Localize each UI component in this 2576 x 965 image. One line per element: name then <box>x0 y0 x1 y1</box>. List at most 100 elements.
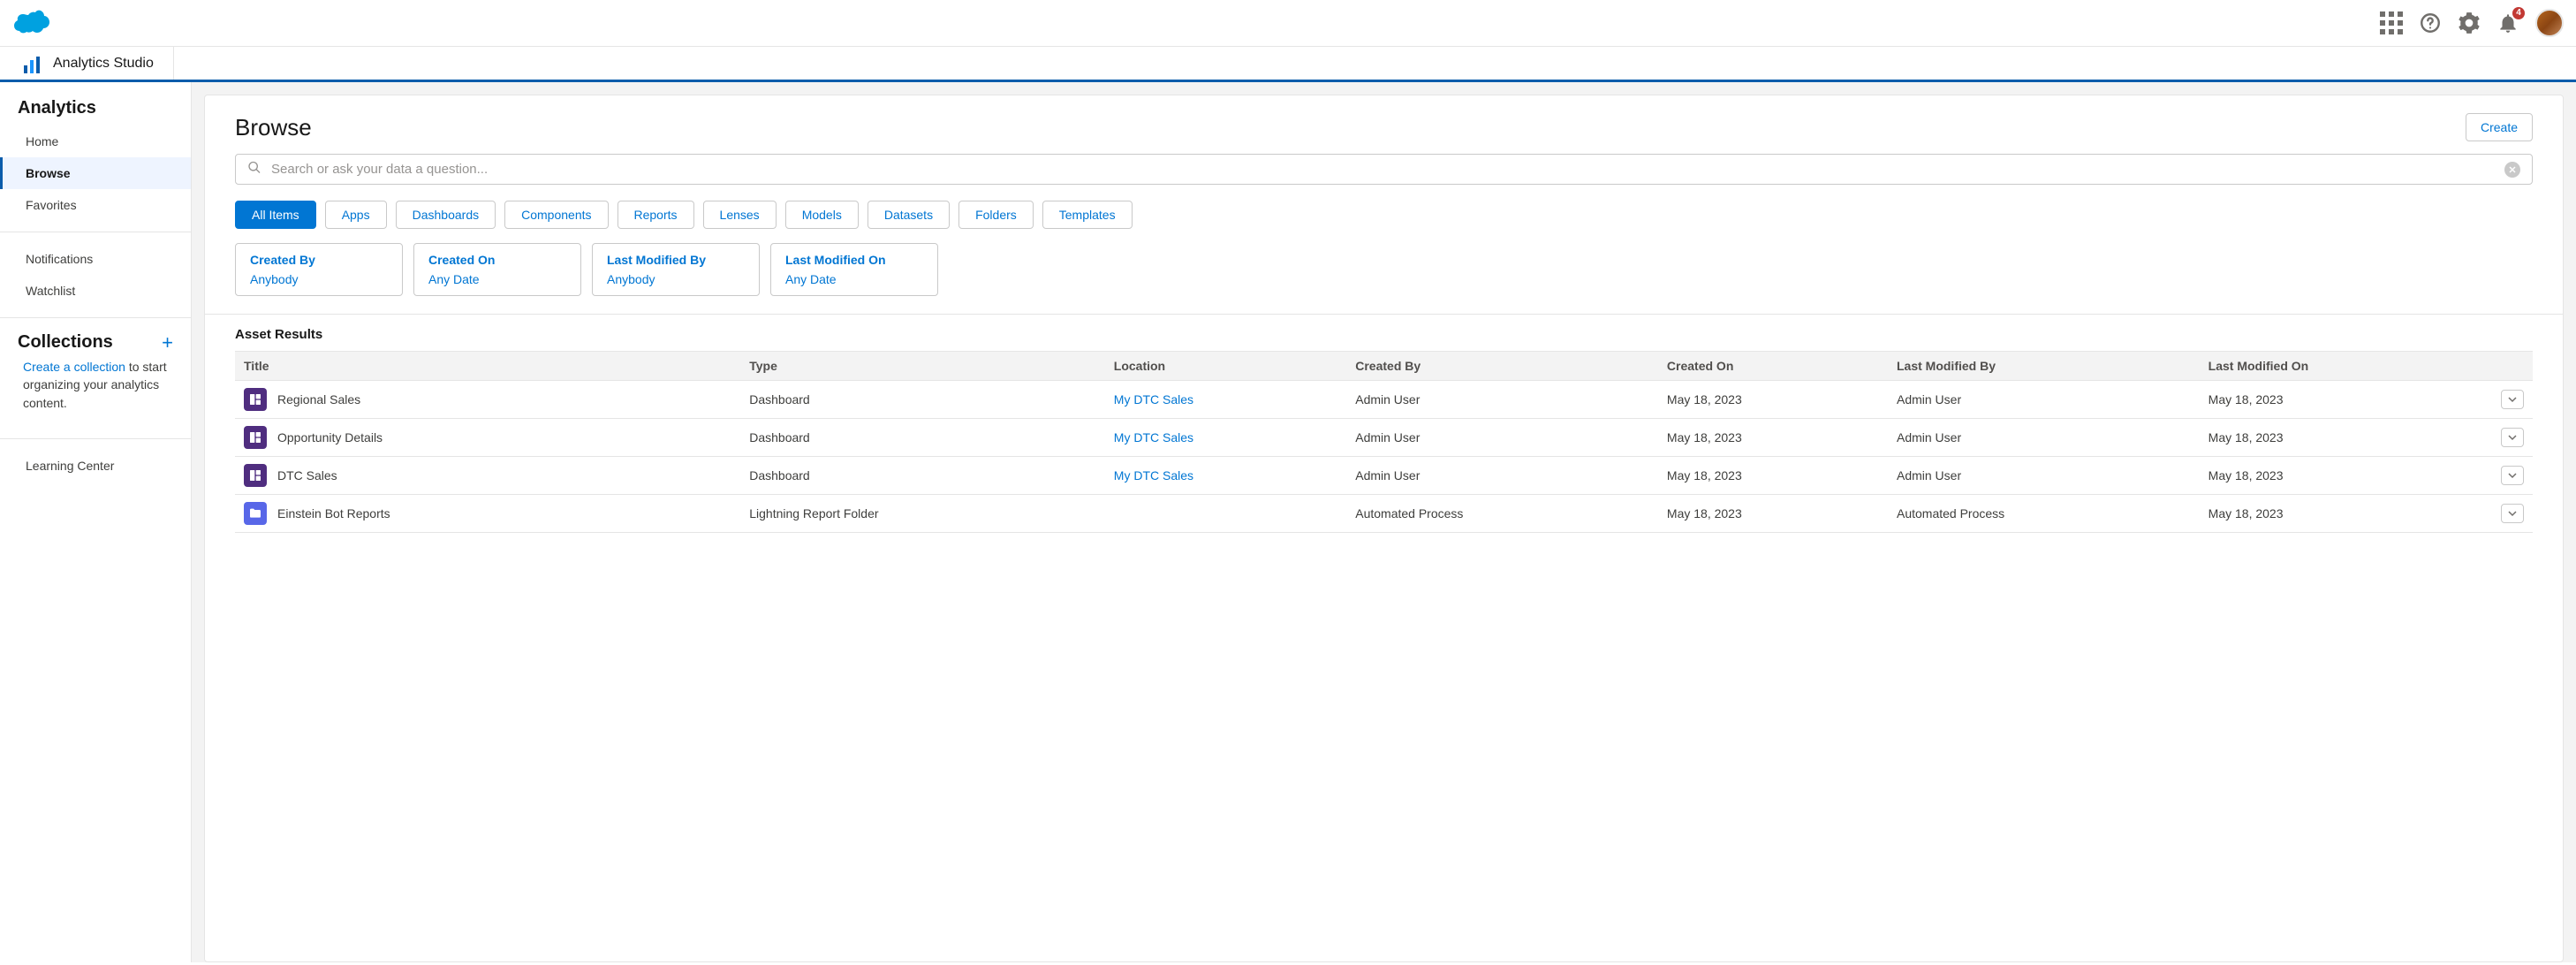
search-input[interactable] <box>235 154 2533 185</box>
column-header-title[interactable]: Title <box>235 352 740 381</box>
cell-modified-on: May 18, 2023 <box>2200 419 2492 457</box>
cell-modified-by: Admin User <box>1888 381 2200 419</box>
sidebar-item-home[interactable]: Home <box>0 125 191 157</box>
filter-pill-dashboards[interactable]: Dashboards <box>396 201 496 229</box>
sidebar-section-analytics-title: Analytics <box>0 82 191 125</box>
column-header-created-by[interactable]: Created By <box>1346 352 1658 381</box>
location-link[interactable]: My DTC Sales <box>1114 430 1193 445</box>
search-icon <box>247 160 261 179</box>
column-header-created-on[interactable]: Created On <box>1658 352 1888 381</box>
dashboard-icon <box>244 464 267 487</box>
column-header-location[interactable]: Location <box>1105 352 1346 381</box>
cell-created-by: Admin User <box>1346 457 1658 495</box>
facet-label: Created By <box>250 253 383 267</box>
cell-actions <box>2492 457 2533 495</box>
sidebar: Analytics HomeBrowseFavorites Notificati… <box>0 82 192 962</box>
filter-pill-components[interactable]: Components <box>504 201 608 229</box>
cell-created-by: Admin User <box>1346 419 1658 457</box>
results-section-title: Asset Results <box>235 327 2533 342</box>
facet-label: Last Modified By <box>607 253 739 267</box>
clear-search-icon[interactable] <box>2504 162 2520 178</box>
row-actions-menu[interactable] <box>2501 504 2524 523</box>
cell-modified-on: May 18, 2023 <box>2200 381 2492 419</box>
facet-value: Any Date <box>428 272 561 286</box>
app-context-name[interactable]: Analytics Studio <box>0 47 174 80</box>
asset-title[interactable]: Opportunity Details <box>277 430 383 445</box>
facet-last-modified-by[interactable]: Last Modified ByAnybody <box>592 243 760 296</box>
facet-created-on[interactable]: Created On Any Date <box>413 243 581 296</box>
cell-created-on: May 18, 2023 <box>1658 381 1888 419</box>
filter-pill-datasets[interactable]: Datasets <box>868 201 950 229</box>
app-launcher-icon[interactable] <box>2380 11 2403 34</box>
cell-created-on: May 18, 2023 <box>1658 495 1888 533</box>
location-link[interactable]: My DTC Sales <box>1114 392 1193 407</box>
cell-created-by: Admin User <box>1346 381 1658 419</box>
asset-title[interactable]: Einstein Bot Reports <box>277 506 390 520</box>
sidebar-item-favorites[interactable]: Favorites <box>0 189 191 221</box>
cell-location: My DTC Sales <box>1105 457 1346 495</box>
add-collection-icon[interactable]: + <box>162 333 173 353</box>
filter-pill-models[interactable]: Models <box>785 201 859 229</box>
global-header-actions: 4 <box>2380 9 2564 37</box>
asset-title[interactable]: DTC Sales <box>277 468 337 482</box>
create-button[interactable]: Create <box>2466 113 2533 141</box>
cell-created-on: May 18, 2023 <box>1658 419 1888 457</box>
folder-icon <box>244 502 267 525</box>
setup-gear-icon[interactable] <box>2458 11 2481 34</box>
table-row: DTC Sales Dashboard My DTC Sales Admin User… <box>235 457 2533 495</box>
cell-type: Dashboard <box>740 381 1105 419</box>
sidebar-item-watchlist[interactable]: Watchlist <box>0 275 191 307</box>
cell-modified-on: May 18, 2023 <box>2200 457 2492 495</box>
cell-type: Lightning Report Folder <box>740 495 1105 533</box>
page-title: Browse <box>235 114 312 141</box>
filter-pill-lenses[interactable]: Lenses <box>703 201 777 229</box>
dashboard-icon <box>244 388 267 411</box>
global-header: 4 <box>0 0 2576 47</box>
filter-pill-templates[interactable]: Templates <box>1042 201 1133 229</box>
table-row: Opportunity Details Dashboard My DTC Sales… <box>235 419 2533 457</box>
analytics-studio-icon <box>19 51 44 76</box>
cell-type: Dashboard <box>740 419 1105 457</box>
filter-pill-folders[interactable]: Folders <box>958 201 1034 229</box>
column-header-actions <box>2492 352 2533 381</box>
sidebar-section-collections-title: Collections <box>18 332 113 353</box>
notifications-bell-icon[interactable]: 4 <box>2496 11 2519 34</box>
cell-location: My DTC Sales <box>1105 381 1346 419</box>
sidebar-item-notifications[interactable]: Notifications <box>0 243 191 275</box>
facet-value: Any Date <box>785 272 918 286</box>
cell-location: My DTC Sales <box>1105 419 1346 457</box>
cell-created-by: Automated Process <box>1346 495 1658 533</box>
facet-created-by[interactable]: Created By Anybody <box>235 243 403 296</box>
cell-modified-by: Automated Process <box>1888 495 2200 533</box>
app-context-bar: Analytics Studio <box>0 47 2576 82</box>
sidebar-item-learning-center[interactable]: Learning Center <box>0 450 191 482</box>
cell-actions <box>2492 495 2533 533</box>
asset-results-table: TitleTypeLocationCreated ByCreated OnLas… <box>235 351 2533 533</box>
facet-last-modified-on[interactable]: Last Modified OnAny Date <box>770 243 938 296</box>
user-avatar[interactable] <box>2535 9 2564 37</box>
main-content: Browse Create All Items Apps Dashboards Com… <box>192 82 2576 962</box>
facet-label: Created On <box>428 253 561 267</box>
salesforce-logo[interactable] <box>12 10 51 36</box>
create-collection-link[interactable]: Create a collection <box>23 360 125 374</box>
row-actions-menu[interactable] <box>2501 466 2524 485</box>
facet-value: Anybody <box>250 272 383 286</box>
sidebar-item-browse[interactable]: Browse <box>0 157 191 189</box>
cell-modified-on: May 18, 2023 <box>2200 495 2492 533</box>
row-actions-menu[interactable] <box>2501 428 2524 447</box>
asset-title[interactable]: Regional Sales <box>277 392 360 407</box>
cell-type: Dashboard <box>740 457 1105 495</box>
table-row: Einstein Bot Reports Lightning Report Fol… <box>235 495 2533 533</box>
location-link[interactable]: My DTC Sales <box>1114 468 1193 482</box>
column-header-last-modified-on[interactable]: Last Modified On <box>2200 352 2492 381</box>
cell-created-on: May 18, 2023 <box>1658 457 1888 495</box>
column-header-type[interactable]: Type <box>740 352 1105 381</box>
column-header-last-modified-by[interactable]: Last Modified By <box>1888 352 2200 381</box>
dashboard-icon <box>244 426 267 449</box>
filter-pill-reports[interactable]: Reports <box>617 201 694 229</box>
row-actions-menu[interactable] <box>2501 390 2524 409</box>
cell-actions <box>2492 381 2533 419</box>
filter-pill-apps[interactable]: Apps <box>325 201 387 229</box>
help-icon[interactable] <box>2419 11 2442 34</box>
filter-pill-all-items[interactable]: All Items <box>235 201 316 229</box>
